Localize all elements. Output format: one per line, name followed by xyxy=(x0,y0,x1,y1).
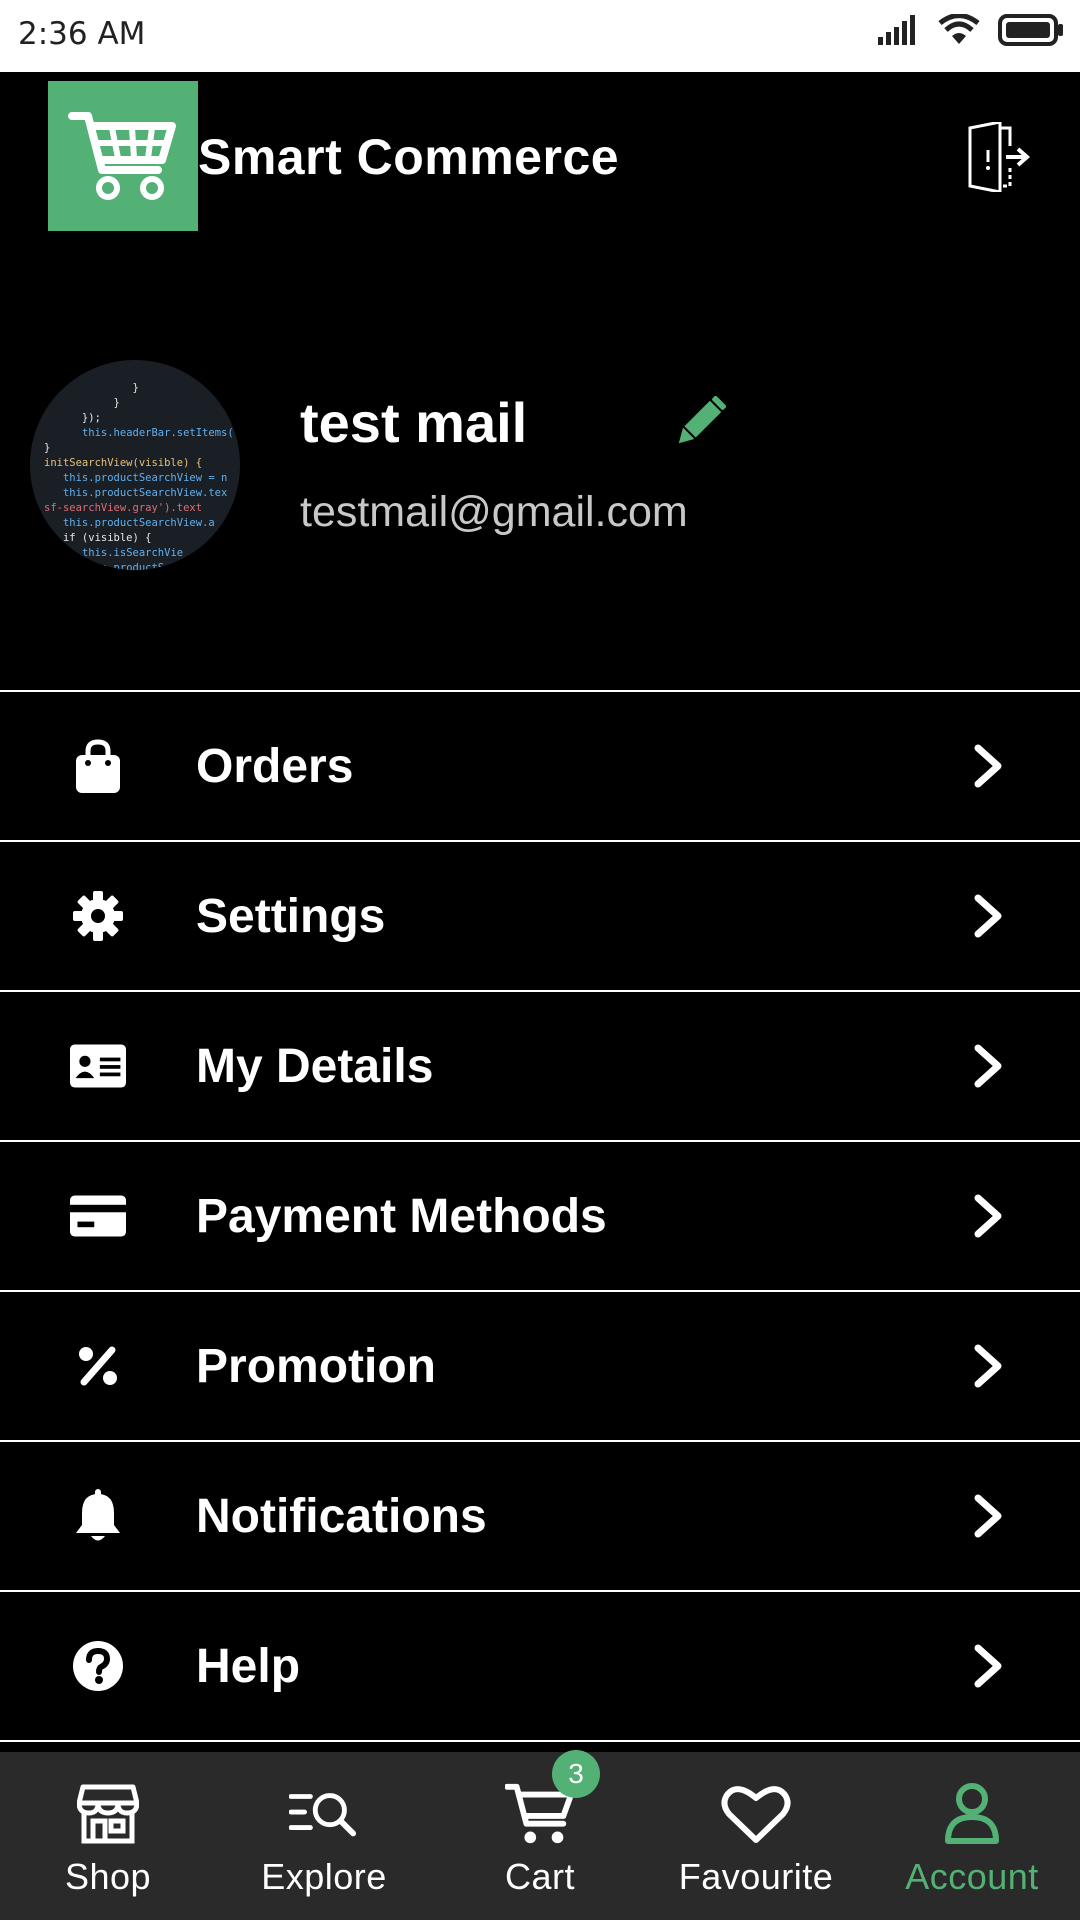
chevron-right-icon xyxy=(974,1044,1002,1088)
nav-item-favourite[interactable]: Favourite xyxy=(648,1752,864,1920)
nav-label: Account xyxy=(905,1856,1039,1897)
nav-label: Cart xyxy=(504,1856,575,1897)
profile-section: } } }); this.headerBar.setItems( } initS… xyxy=(0,352,1080,572)
app-logo xyxy=(48,81,198,231)
avatar[interactable]: } } }); this.headerBar.setItems( } initS… xyxy=(30,360,240,570)
battery-icon xyxy=(998,14,1063,46)
percent-icon xyxy=(70,1338,126,1394)
menu-item-label: Orders xyxy=(196,739,354,793)
cart-badge: 3 xyxy=(552,1750,600,1798)
nav-item-account[interactable]: Account xyxy=(864,1752,1080,1920)
menu-item-label: My Details xyxy=(196,1039,434,1093)
avatar-image: } } }); this.headerBar.setItems( } initS… xyxy=(44,382,234,570)
nav-item-shop[interactable]: Shop xyxy=(0,1752,216,1920)
chevron-right-icon xyxy=(974,1494,1002,1538)
logout-door-icon[interactable] xyxy=(966,122,1030,192)
menu-item-notifications[interactable]: Notifications xyxy=(0,1442,1080,1592)
chevron-right-icon xyxy=(974,1194,1002,1238)
bell-icon xyxy=(70,1488,126,1544)
wifi-icon xyxy=(938,14,980,44)
nav-item-cart[interactable]: Cart xyxy=(432,1752,648,1920)
chevron-right-icon xyxy=(974,1644,1002,1688)
menu-item-promotion[interactable]: Promotion xyxy=(0,1292,1080,1442)
nav-item-explore[interactable]: Explore xyxy=(216,1752,432,1920)
chevron-right-icon xyxy=(974,744,1002,788)
signal-icon xyxy=(878,15,915,45)
id-card-icon xyxy=(70,1038,126,1094)
explore-search-icon xyxy=(289,1793,357,1837)
nav-label: Explore xyxy=(261,1856,387,1897)
store-icon xyxy=(77,1784,139,1844)
nav-label: Shop xyxy=(64,1856,152,1897)
user-icon xyxy=(945,1783,999,1844)
question-circle-icon xyxy=(70,1638,126,1694)
system-icons xyxy=(876,14,1064,46)
app-header: Smart Commerce xyxy=(0,72,1080,242)
menu-item-label: Promotion xyxy=(196,1339,436,1393)
account-menu: Orders Settings My Details Payment Metho… xyxy=(0,690,1080,1742)
menu-item-label: Settings xyxy=(196,889,386,943)
pencil-icon[interactable] xyxy=(672,394,728,450)
status-bar: 2:36 AM xyxy=(0,0,1080,72)
menu-item-settings[interactable]: Settings xyxy=(0,842,1080,992)
chevron-right-icon xyxy=(974,894,1002,938)
user-name: test mail xyxy=(300,391,528,454)
app-title: Smart Commerce xyxy=(198,129,620,185)
bottom-navigation: Shop Explore Cart Favourite Account xyxy=(0,1752,1080,1920)
status-time: 2:36 AM xyxy=(18,16,146,52)
menu-item-my-details[interactable]: My Details xyxy=(0,992,1080,1142)
credit-card-icon xyxy=(70,1188,126,1244)
shopping-cart-icon xyxy=(68,112,176,200)
shopping-bag-icon xyxy=(70,738,126,794)
nav-label: Favourite xyxy=(678,1856,834,1897)
menu-item-label: Notifications xyxy=(196,1489,487,1543)
menu-item-orders[interactable]: Orders xyxy=(0,692,1080,842)
menu-item-label: Payment Methods xyxy=(196,1189,607,1243)
heart-icon xyxy=(721,1786,791,1843)
menu-item-help[interactable]: Help xyxy=(0,1592,1080,1742)
menu-item-payment-methods[interactable]: Payment Methods xyxy=(0,1142,1080,1292)
chevron-right-icon xyxy=(974,1344,1002,1388)
user-email: testmail@gmail.com xyxy=(300,488,688,536)
menu-item-label: Help xyxy=(196,1639,301,1693)
gear-icon xyxy=(70,888,126,944)
